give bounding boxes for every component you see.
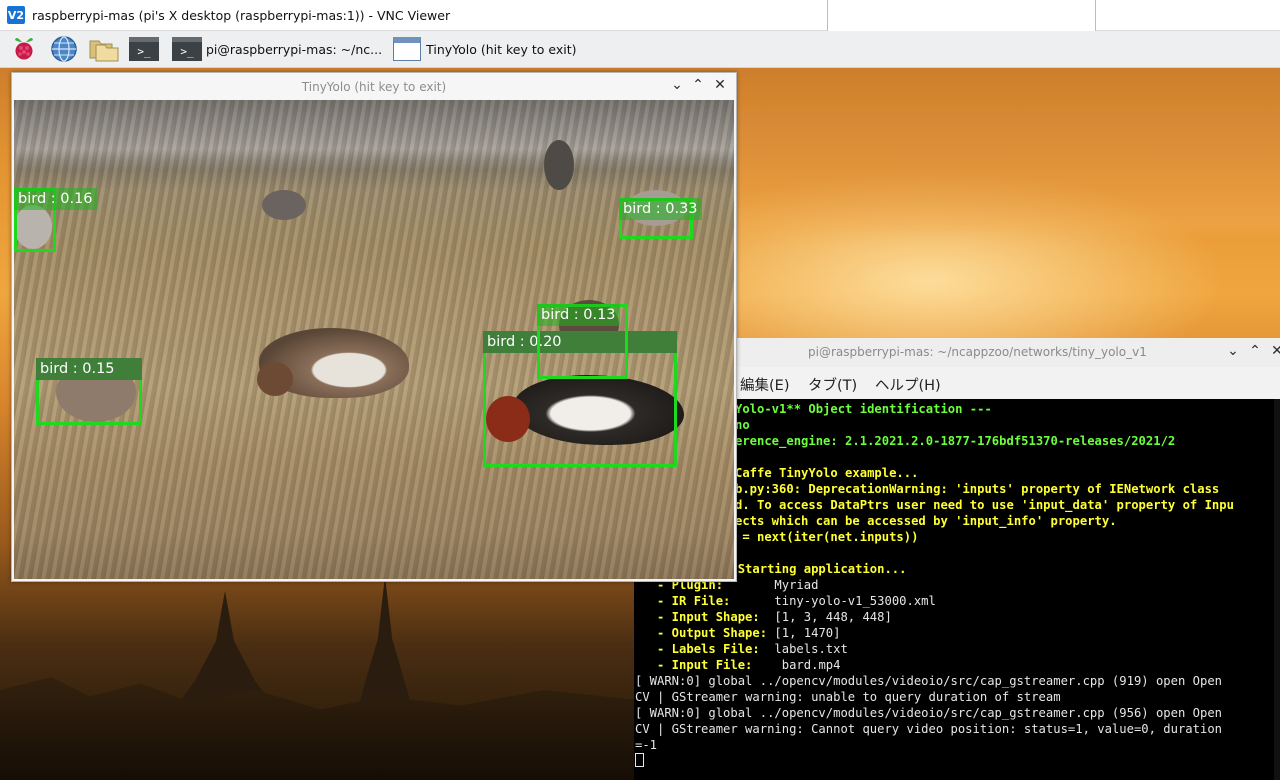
terminal-warning-line: =-1 (635, 738, 658, 752)
tinyyolo-title: TinyYolo (hit key to exit) (301, 79, 447, 94)
taskbar-task-label: TinyYolo (hit key to exit) (426, 41, 577, 57)
detection-box: bird : 0.15 (36, 358, 142, 425)
detection-label: bird : 0.16 (14, 188, 97, 210)
maximize-button[interactable]: ⌃ (689, 77, 707, 93)
terminal-warning-line: [ WARN:0] global ../opencv/modules/video… (635, 706, 1222, 720)
menu-help[interactable]: ヘルプ(H) (875, 374, 941, 395)
maximize-button[interactable]: ⌃ (1246, 343, 1264, 359)
web-browser-globe-icon[interactable] (48, 35, 80, 63)
vnc-logo-icon: V2 (7, 6, 25, 24)
terminal-line: = next(iter(net.inputs)) (735, 530, 919, 544)
detection-label: bird : 0.13 (537, 304, 620, 326)
terminal-line: no (735, 418, 750, 432)
vnc-window-title: raspberrypi-mas (pi's X desktop (raspber… (32, 7, 451, 23)
terminal-param-row: - Input File: bard.mp4 (635, 658, 841, 672)
duck-head (257, 362, 293, 396)
treeline-silhouette (0, 677, 640, 780)
terminal-title: pi@raspberrypi-mas: ~/ncappzoo/networks/… (808, 345, 1147, 359)
duck-figure (544, 140, 574, 190)
terminal-line: erence_engine: 2.1.2021.2.0-1877-176bdf5… (735, 434, 1176, 448)
menu-edit[interactable]: 編集(E) (740, 374, 789, 395)
raspberry-menu-icon[interactable] (8, 35, 40, 63)
close-button[interactable]: ✕ (711, 77, 729, 93)
terminal-line: b.py:360: DeprecationWarning: 'inputs' p… (735, 482, 1220, 496)
minimize-button[interactable]: ⌄ (668, 77, 686, 93)
terminal-param-row: - Input Shape: [1, 3, 448, 448] (635, 610, 892, 624)
terminal-warning-line: [ WARN:0] global ../opencv/modules/video… (635, 674, 1222, 688)
terminal-line: Yolo-v1** Object identification --- (735, 402, 992, 416)
terminal-cursor (635, 753, 644, 767)
duck-figure (262, 190, 306, 220)
terminal-line: Caffe TinyYolo example... (735, 466, 919, 480)
taskbar: >_ >_ pi@raspberrypi-mas: ~/nc... TinyYo… (0, 31, 1280, 68)
file-manager-folder-icon[interactable] (88, 35, 120, 63)
detection-label: bird : 0.33 (619, 198, 702, 220)
menu-tabs[interactable]: タブ(T) (808, 374, 857, 395)
taskbar-task-tinyyolo[interactable]: TinyYolo (hit key to exit) (392, 34, 577, 64)
close-button[interactable]: ✕ (1268, 343, 1280, 359)
detection-box: bird : 0.33 (619, 198, 702, 239)
taskbar-task-terminal[interactable]: >_ pi@raspberrypi-mas: ~/nc... (172, 34, 382, 64)
terminal-warning-line: CV | GStreamer warning: unable to query … (635, 690, 1061, 704)
vnc-viewer-titlebar: V2 raspberrypi-mas (pi's X desktop (rasp… (0, 0, 1280, 33)
terminal-param-row: - Labels File: labels.txt (635, 642, 848, 656)
terminal-icon: >_ (172, 37, 202, 61)
detection-box: bird : 0.16 (14, 188, 97, 252)
vnc-toolbar-tab[interactable] (827, 0, 1096, 33)
terminal-launcher-icon[interactable]: >_ (128, 35, 160, 63)
terminal-line: ects which can be accessed by 'input_inf… (735, 514, 1117, 528)
terminal-warning-line: CV | GStreamer warning: Cannot query vid… (635, 722, 1222, 736)
terminal-scrollbar[interactable] (1274, 399, 1280, 780)
detection-label: bird : 0.15 (36, 358, 142, 380)
tinyyolo-window: TinyYolo (hit key to exit) ⌄ ⌃ ✕ bird : … (11, 72, 737, 582)
detection-box: bird : 0.13 (537, 304, 628, 379)
minimize-button[interactable]: ⌄ (1224, 343, 1242, 359)
terminal-line: d. To access DataPtrs user need to use '… (735, 498, 1234, 512)
window-icon (393, 37, 422, 61)
sunset-clouds (700, 111, 1280, 231)
video-frame[interactable]: bird : 0.16 bird : 0.33 bird : 0.20 bird… (14, 100, 734, 579)
terminal-param-row: - Output Shape: [1, 1470] (635, 626, 841, 640)
taskbar-task-label: pi@raspberrypi-mas: ~/nc... (206, 41, 383, 57)
terminal-cursor-line (635, 753, 644, 769)
tinyyolo-titlebar[interactable]: TinyYolo (hit key to exit) ⌄ ⌃ ✕ (12, 73, 736, 100)
terminal-param-row: - IR File: tiny-yolo-v1_53000.xml (635, 594, 936, 608)
